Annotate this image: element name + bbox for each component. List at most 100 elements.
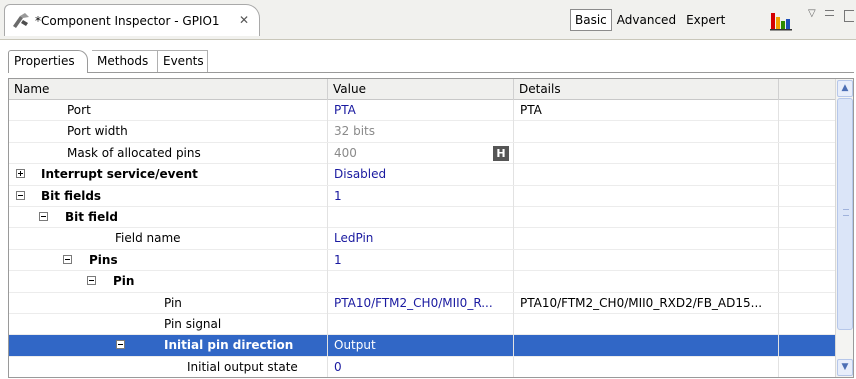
- property-name: Bit fields: [41, 188, 102, 203]
- property-name: Port width: [67, 124, 128, 139]
- property-name: Port: [67, 103, 91, 117]
- property-name: Initial pin direction: [164, 338, 294, 353]
- details-cell: [514, 249, 779, 271]
- tab-divider: [8, 72, 854, 73]
- value-cell: 400 H: [328, 142, 514, 164]
- properties-table: Name Value Details Port PTA PTA Port wid…: [8, 78, 854, 378]
- mode-advanced[interactable]: Advanced: [612, 9, 681, 31]
- table-row[interactable]: Interrupt service/event Disabled: [9, 164, 835, 186]
- property-name: Field name: [115, 231, 181, 246]
- name-cell: Pins: [9, 249, 328, 271]
- mode-basic[interactable]: Basic: [570, 9, 612, 31]
- table-row[interactable]: Port width 32 bits: [9, 121, 835, 143]
- value-cell[interactable]: Output: [328, 335, 514, 357]
- value-text: 400: [334, 145, 357, 160]
- name-cell: Initial output state: [9, 356, 328, 377]
- collapse-icon[interactable]: [16, 190, 25, 200]
- table-row[interactable]: Bit fields 1: [9, 185, 835, 207]
- name-cell: Field name: [9, 228, 328, 250]
- table-row[interactable]: Pin: [9, 271, 835, 293]
- property-name: Pin signal: [164, 316, 222, 331]
- table-row[interactable]: Pin PTA10/FTM2_CH0/MII0_R... PTA10/FTM2_…: [9, 292, 835, 314]
- view-menu-icon[interactable]: ▽: [808, 8, 816, 19]
- vertical-scrollbar[interactable]: ▲ ▼: [835, 79, 853, 377]
- name-cell: Pin signal: [9, 313, 328, 335]
- details-cell: [514, 142, 779, 164]
- scroll-thumb[interactable]: [837, 98, 853, 330]
- table-body: Port PTA PTA Port width 32 bits Mask of …: [9, 100, 835, 377]
- help-button[interactable]: H: [493, 145, 509, 161]
- details-cell: [514, 313, 779, 335]
- value-cell[interactable]: PTA10/FTM2_CH0/MII0_R...: [328, 292, 514, 314]
- details-cell: [514, 185, 779, 207]
- details-cell: [514, 335, 779, 357]
- value-cell[interactable]: PTA: [328, 100, 514, 121]
- view-tab-bar: *Component Inspector - GPIO1 ✕ Basic Adv…: [0, 0, 856, 40]
- table-row[interactable]: Field name LedPin: [9, 228, 835, 250]
- scroll-down-icon[interactable]: ▼: [837, 359, 853, 376]
- property-name: Mask of allocated pins: [67, 145, 201, 160]
- name-cell: Mask of allocated pins: [9, 142, 328, 164]
- mode-expert[interactable]: Expert: [681, 9, 730, 31]
- tab-methods[interactable]: Methods: [92, 50, 158, 73]
- mode-switcher: Basic Advanced Expert: [570, 9, 730, 31]
- table-row[interactable]: Mask of allocated pins 400 H: [9, 142, 835, 165]
- table-row[interactable]: Pins 1: [9, 249, 835, 272]
- column-header-value[interactable]: Value: [328, 79, 514, 100]
- details-cell: [514, 121, 779, 143]
- value-cell[interactable]: [328, 206, 514, 228]
- details-cell: [514, 206, 779, 228]
- value-cell[interactable]: Disabled: [328, 164, 514, 186]
- details-cell: [514, 164, 779, 186]
- name-cell: Pin: [9, 271, 328, 293]
- details-cell: [514, 271, 779, 293]
- value-cell[interactable]: 0: [328, 356, 514, 377]
- component-inspector-tab[interactable]: *Component Inspector - GPIO1 ✕: [4, 4, 260, 36]
- name-cell: Port: [9, 100, 328, 121]
- close-icon[interactable]: ✕: [239, 13, 249, 27]
- collapse-icon[interactable]: [63, 254, 72, 264]
- scroll-up-icon[interactable]: ▲: [837, 80, 853, 97]
- property-name: Initial output state: [187, 359, 298, 374]
- name-cell: Bit fields: [9, 185, 328, 207]
- tab-events[interactable]: Events: [158, 50, 208, 73]
- tab-properties[interactable]: Properties: [8, 50, 88, 73]
- column-header-details[interactable]: Details: [514, 79, 779, 100]
- name-cell: Bit field: [9, 206, 328, 228]
- table-row[interactable]: Bit field: [9, 206, 835, 229]
- value-cell[interactable]: LedPin: [328, 228, 514, 250]
- grip-icon: [843, 209, 849, 216]
- collapse-icon[interactable]: [39, 211, 48, 221]
- name-cell: Interrupt service/event: [9, 164, 328, 186]
- component-icon: [11, 12, 31, 30]
- column-header-extra: [779, 79, 835, 100]
- expand-icon[interactable]: [16, 169, 25, 179]
- property-name: Interrupt service/event: [41, 167, 198, 182]
- property-name: Bit field: [65, 209, 118, 224]
- collapse-icon[interactable]: [116, 340, 125, 350]
- property-name: Pin: [164, 295, 182, 310]
- property-name: Pins: [89, 252, 118, 267]
- value-cell[interactable]: 1: [328, 249, 514, 271]
- table-row[interactable]: Initial output state 0: [9, 356, 835, 377]
- name-cell: Pin: [9, 292, 328, 314]
- collapse-icon[interactable]: [87, 276, 96, 286]
- table-row-selected[interactable]: Initial pin direction Output: [9, 335, 835, 357]
- maximize-icon[interactable]: [844, 10, 854, 22]
- value-cell[interactable]: 1: [328, 185, 514, 207]
- name-cell: Initial pin direction: [9, 335, 328, 357]
- view-title: *Component Inspector - GPIO1: [35, 14, 220, 28]
- value-cell: 32 bits: [328, 121, 514, 143]
- minimize-icon[interactable]: [825, 10, 834, 16]
- table-header: Name Value Details: [9, 79, 835, 100]
- table-row[interactable]: Port PTA PTA: [9, 100, 835, 122]
- column-header-name[interactable]: Name: [9, 79, 328, 100]
- details-cell: [514, 356, 779, 377]
- details-cell: PTA: [514, 100, 779, 121]
- value-cell[interactable]: [328, 271, 514, 293]
- chart-icon[interactable]: [770, 11, 794, 31]
- value-cell[interactable]: [328, 313, 514, 335]
- inspector-tabs: Properties Methods Events: [0, 40, 856, 73]
- table-row[interactable]: Pin signal: [9, 313, 835, 336]
- details-cell: [514, 228, 779, 250]
